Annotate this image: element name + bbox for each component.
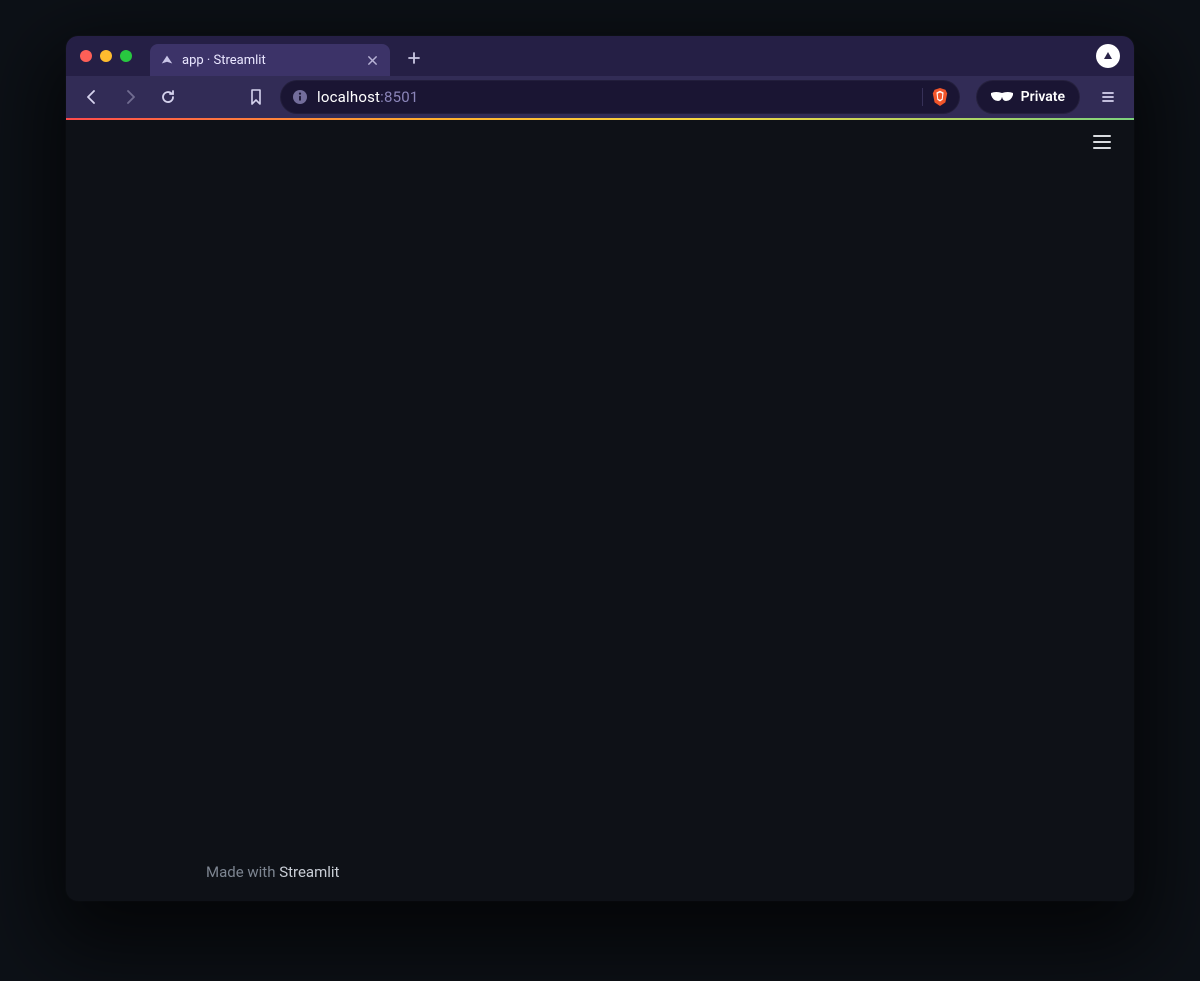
sunglasses-icon [991,91,1013,103]
streamlit-favicon [160,53,174,67]
footer-brand-link[interactable]: Streamlit [279,863,339,881]
nav-back-button[interactable] [78,83,106,111]
page-content: Made with Streamlit [66,120,1134,901]
streamlit-menu-button[interactable] [1088,128,1116,156]
streamlit-footer: Made with Streamlit [66,855,1134,901]
private-mode-indicator[interactable]: Private [976,80,1080,114]
browser-window: app · Streamlit [66,36,1134,901]
tab-close-button[interactable] [364,52,380,68]
address-text: localhost:8501 [317,88,914,106]
streamlit-app-body [66,164,1134,855]
address-divider [922,88,923,106]
address-bar[interactable]: localhost:8501 [280,80,960,114]
window-close-button[interactable] [80,50,92,62]
streamlit-topbar [66,120,1134,164]
window-controls [80,50,132,62]
private-label: Private [1021,89,1065,105]
nav-forward-button[interactable] [116,83,144,111]
tab-strip: app · Streamlit [66,36,1134,76]
window-maximize-button[interactable] [120,50,132,62]
window-minimize-button[interactable] [100,50,112,62]
profile-button[interactable] [1096,44,1120,68]
browser-tab[interactable]: app · Streamlit [150,44,390,76]
browser-menu-button[interactable] [1094,83,1122,111]
brave-shields-icon[interactable] [931,88,949,106]
new-tab-button[interactable] [400,44,428,72]
browser-toolbar: localhost:8501 Private [66,76,1134,118]
tab-title: app · Streamlit [182,53,356,68]
footer-prefix: Made with [206,863,279,881]
nav-reload-button[interactable] [154,83,182,111]
bookmark-button[interactable] [242,83,270,111]
site-info-icon[interactable] [291,88,309,106]
